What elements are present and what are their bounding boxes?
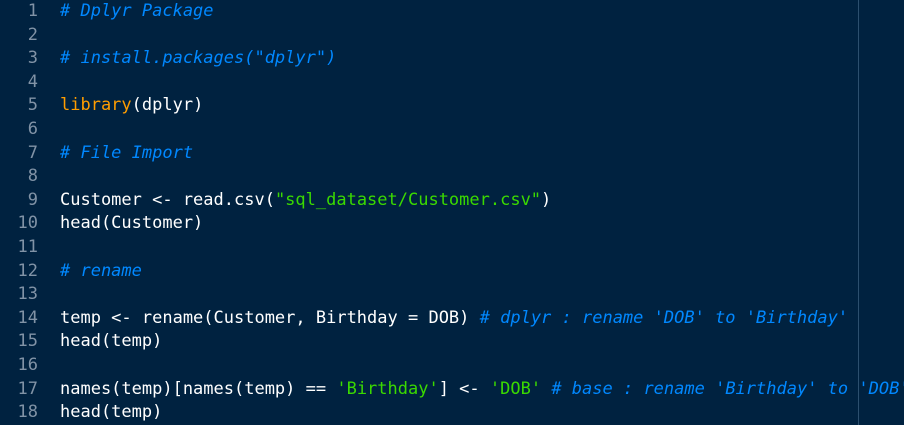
code-token: names(temp)[names(temp) == [60,378,337,399]
line-number: 2 [27,24,38,45]
code-line[interactable]: 3 # install.packages("dplyr") [0,47,337,71]
code-text: head(temp) [60,401,162,425]
line-number: 7 [27,142,38,163]
code-line[interactable]: 4 [0,71,60,95]
code-token: temp <- rename(Customer, Birthday = DOB) [60,307,480,328]
line-number: 6 [27,119,38,139]
line-number: 18 [17,402,38,423]
code-text: names(temp)[names(temp) == 'Birthday'] <… [60,378,904,402]
code-comment: # install.packages("dplyr") [60,48,337,69]
code-text: # File Import [60,142,193,166]
code-line[interactable]: 14 temp <- rename(Customer, Birthday = DO… [0,307,849,331]
code-string: 'Birthday' [336,378,439,399]
code-line[interactable]: 17 names(temp)[names(temp) == 'Birthday']… [0,378,904,402]
code-line[interactable]: 18 head(temp) [0,401,163,425]
code-line[interactable]: 1 # Dplyr Package [0,0,214,24]
code-comment: # base : rename 'Birthday' to 'DOB' [551,378,904,399]
code-token: ) [541,189,552,210]
code-text: library(dplyr) [60,94,203,118]
code-text: head(Customer) [60,212,203,236]
code-token: head(temp) [60,402,163,423]
code-token: head(temp) [60,331,163,352]
code-line[interactable]: 5 library(dplyr) [0,94,204,118]
code-string: "sql_dataset/Customer.csv" [274,189,542,210]
code-line[interactable]: 15 head(temp) [0,330,163,354]
code-token: Customer <- read.csv( [60,189,275,210]
code-line[interactable]: 7 # File Import [0,142,193,166]
code-line[interactable]: 6 [0,118,60,142]
line-number: 13 [17,284,38,305]
code-line[interactable]: 9 Customer <- read.csv("sql_dataset/Custo… [0,189,552,213]
code-line[interactable]: 8 [0,165,60,189]
line-number: 11 [17,237,38,257]
code-text: # install.packages("dplyr") [60,47,336,71]
code-function: library [60,95,132,116]
code-comment: # dplyr : rename 'DOB' to 'Birthday' [479,307,849,328]
code-text: head(temp) [60,330,162,354]
code-comment: # Dplyr Package [60,1,214,21]
code-token: head(Customer) [60,213,204,234]
line-number: 17 [17,378,38,399]
line-number: 4 [27,71,38,92]
code-line[interactable]: 13 [0,283,60,307]
code-text: Customer <- read.csv("sql_dataset/Custom… [60,189,551,213]
line-number: 15 [17,331,38,352]
line-number: 8 [27,166,38,187]
code-line[interactable]: 11 [0,236,60,260]
line-number: 1 [27,1,38,21]
code-line[interactable]: 12 # rename [0,260,142,284]
line-number: 9 [27,189,38,210]
code-editor[interactable]: 1 # Dplyr Package 2 3 # install.packages("dp… [0,0,904,425]
code-comment: # File Import [60,142,194,163]
code-line[interactable]: 16 [0,354,60,378]
code-token: (dplyr) [131,95,204,116]
line-number: 12 [17,260,38,281]
code-string: 'DOB' [489,378,542,399]
line-number: 5 [27,95,38,116]
code-line[interactable]: 2 [0,24,60,48]
line-number: 14 [17,307,38,328]
print-margin-line [858,0,859,425]
code-token: ] <- [438,378,490,399]
code-text: # Dplyr Package [60,0,214,24]
line-number: 3 [27,48,38,69]
code-text: # rename [60,260,142,284]
code-comment: # rename [60,260,142,281]
code-line[interactable]: 10 head(Customer) [0,212,204,236]
code-text: temp <- rename(Customer, Birthday = DOB)… [60,307,848,331]
line-number: 16 [17,355,38,375]
line-number: 10 [17,213,38,234]
